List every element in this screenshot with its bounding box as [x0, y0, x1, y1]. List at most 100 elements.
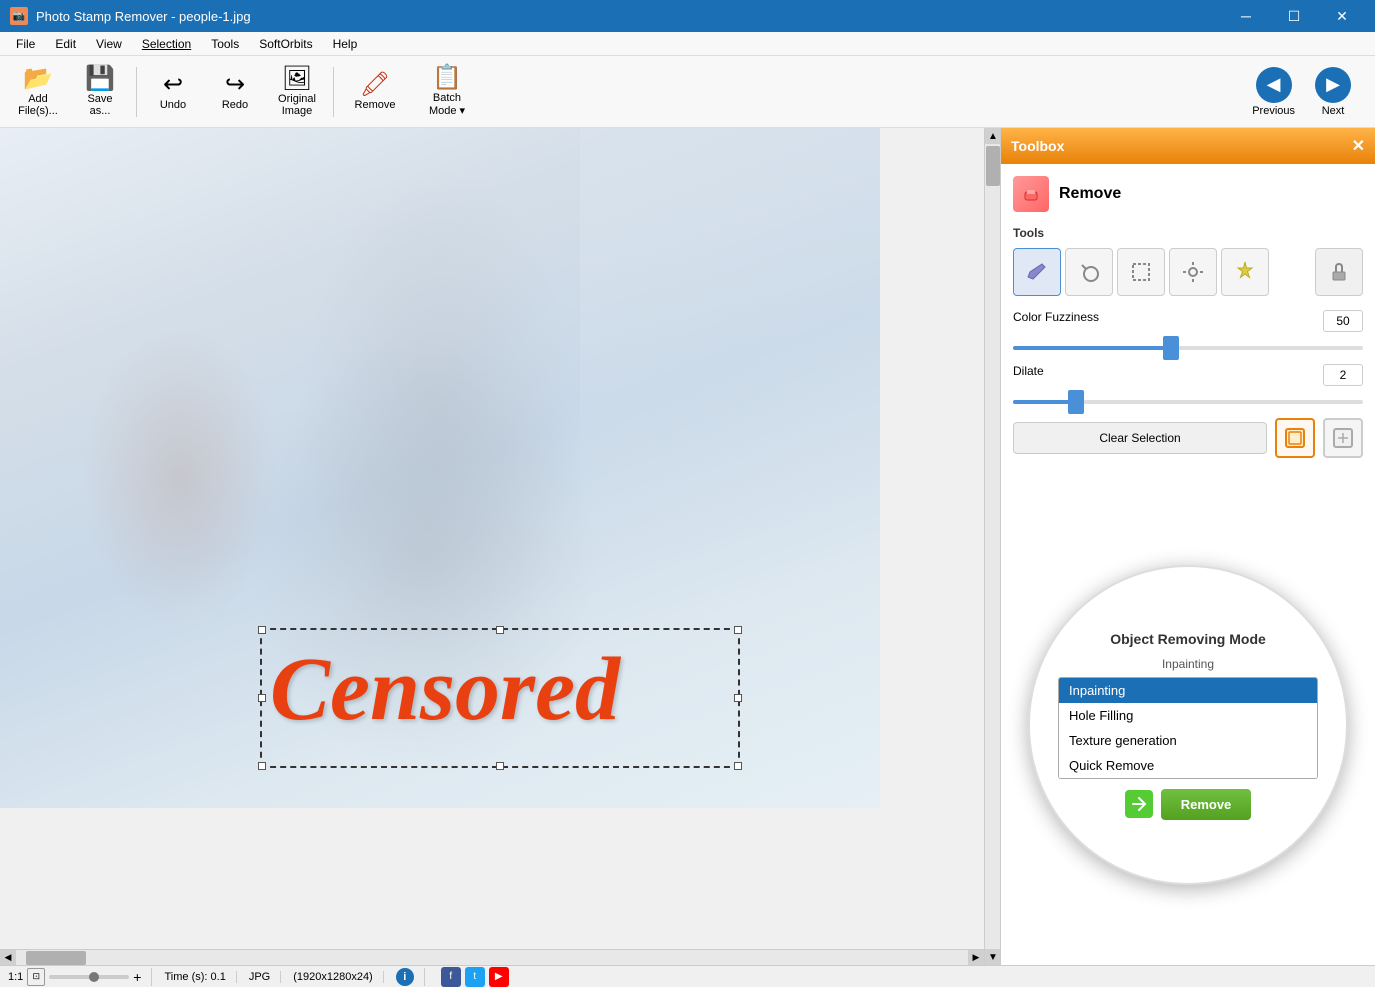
tools-section-label: Tools — [1013, 226, 1363, 240]
settings-tool-button[interactable] — [1169, 248, 1217, 296]
menu-edit[interactable]: Edit — [45, 33, 86, 55]
dropdown-item-inpainting[interactable]: Inpainting — [1059, 678, 1317, 703]
menu-bar: File Edit View Selection Tools SoftOrbit… — [0, 32, 1375, 56]
previous-icon: ◀ — [1256, 67, 1292, 103]
scroll-up-arrow[interactable]: ▲ — [985, 128, 1000, 144]
ghost-hand — [80, 328, 280, 628]
info-icon[interactable]: i — [396, 968, 414, 986]
zoom-thumb[interactable] — [89, 972, 99, 982]
pencil-tool-button[interactable] — [1013, 248, 1061, 296]
format-status: JPG — [249, 971, 281, 983]
dilate-label: Dilate — [1013, 364, 1044, 386]
dropdown-list: Inpainting Hole Filling Texture generati… — [1058, 677, 1318, 779]
youtube-icon[interactable]: ▶ — [489, 967, 509, 987]
magic-wand-button[interactable] — [1065, 248, 1113, 296]
handle-middle-left[interactable] — [258, 694, 266, 702]
color-fuzziness-row: Color Fuzziness 50 — [1013, 310, 1363, 350]
dilate-thumb[interactable] — [1068, 390, 1084, 414]
remove-bottom-button[interactable]: Remove — [1161, 789, 1252, 820]
handle-top-middle[interactable] — [496, 626, 504, 634]
toolbox-content: Remove Tools — [1001, 164, 1375, 965]
censored-overlay: Censored — [260, 628, 740, 768]
zoom-plus[interactable]: + — [133, 969, 141, 985]
twitter-icon[interactable]: t — [465, 967, 485, 987]
time-status: Time (s): 0.1 — [164, 971, 236, 983]
add-files-label: AddFile(s)... — [18, 93, 58, 117]
remove-arrow-button[interactable] — [1125, 790, 1153, 818]
v-scroll-track[interactable] — [985, 144, 1000, 949]
dropdown-item-hole-filling[interactable]: Hole Filling — [1059, 703, 1317, 728]
menu-tools[interactable]: Tools — [201, 33, 249, 55]
dimensions-status: (1920x1280x24) — [293, 971, 384, 983]
batch-mode-label: BatchMode ▾ — [429, 92, 465, 117]
close-button[interactable]: ✕ — [1319, 0, 1365, 32]
h-scroll-thumb[interactable] — [26, 951, 86, 965]
toolbox-close-button[interactable]: ✕ — [1352, 136, 1365, 156]
toolbox-header: Toolbox ✕ — [1001, 128, 1375, 164]
zoom-fit-button[interactable]: ⊡ — [27, 968, 45, 986]
status-bar: 1:1 ⊡ + Time (s): 0.1 JPG (1920x1280x24)… — [0, 965, 1375, 987]
dilate-value[interactable]: 2 — [1323, 364, 1363, 386]
vertical-scrollbar[interactable]: ▲ ▼ — [984, 128, 1000, 965]
window-controls: ─ ☐ ✕ — [1223, 0, 1365, 32]
buttons-row: Clear Selection — [1013, 418, 1363, 458]
add-files-button[interactable]: 📂 AddFile(s)... — [8, 60, 68, 124]
remove-button-toolbar[interactable]: 🖍 Remove — [340, 60, 410, 124]
original-image-button[interactable]: 🖼 OriginalImage — [267, 60, 327, 124]
menu-file[interactable]: File — [6, 33, 45, 55]
time-label: Time (s): 0.1 — [164, 971, 225, 983]
dropdown-current: Inpainting — [1162, 657, 1214, 671]
main-layout: Censored — [0, 128, 1375, 965]
tools-row — [1013, 248, 1363, 296]
save-as-label: Saveas... — [87, 93, 112, 117]
canvas-with-scroll: Censored — [0, 128, 1000, 965]
scroll-right-arrow[interactable]: ▶ — [968, 950, 984, 966]
nav-buttons: ◀ Previous ▶ Next — [1244, 63, 1367, 121]
maximize-button[interactable]: ☐ — [1271, 0, 1317, 32]
dilate-row: Dilate 2 — [1013, 364, 1363, 404]
zoom-control: 1:1 ⊡ + — [8, 968, 152, 986]
save-as-button[interactable]: 💾 Saveas... — [70, 60, 130, 124]
color-fuzziness-thumb[interactable] — [1163, 336, 1179, 360]
color-fuzziness-slider[interactable] — [1013, 346, 1363, 350]
menu-view[interactable]: View — [86, 33, 132, 55]
handle-top-left[interactable] — [258, 626, 266, 634]
batch-mode-button[interactable]: 📋 BatchMode ▾ — [412, 60, 482, 124]
previous-button[interactable]: ◀ Previous — [1244, 63, 1303, 121]
facebook-icon[interactable]: f — [441, 967, 461, 987]
h-scroll-track[interactable] — [16, 950, 968, 965]
remove-icon: 🖍 — [360, 73, 390, 97]
zoom-slider[interactable] — [49, 975, 129, 979]
toolbar-separator-2 — [333, 67, 334, 117]
dropdown-item-texture-generation[interactable]: Texture generation — [1059, 728, 1317, 753]
horizontal-scrollbar[interactable]: ◀ ▶ — [0, 949, 984, 965]
mode-button-1[interactable] — [1275, 418, 1315, 458]
dropdown-item-quick-remove[interactable]: Quick Remove — [1059, 753, 1317, 778]
scroll-left-arrow[interactable]: ◀ — [0, 950, 16, 966]
canvas-area[interactable]: Censored — [0, 128, 984, 949]
menu-softorbits[interactable]: SoftOrbits — [249, 33, 322, 55]
next-button[interactable]: ▶ Next — [1307, 63, 1359, 121]
stamp-tool-button[interactable] — [1315, 248, 1363, 296]
canvas-wrapper: Censored — [0, 128, 984, 965]
eraser-icon — [1013, 176, 1049, 212]
color-fuzziness-value[interactable]: 50 — [1323, 310, 1363, 332]
menu-help[interactable]: Help — [323, 33, 368, 55]
redo-button[interactable]: ↪ Redo — [205, 60, 265, 124]
save-as-icon: 💾 — [85, 67, 115, 91]
clear-selection-button[interactable]: Clear Selection — [1013, 422, 1267, 454]
info-button[interactable]: i — [396, 968, 425, 986]
undo-button[interactable]: ↩ Undo — [143, 60, 203, 124]
menu-selection[interactable]: Selection — [132, 33, 201, 55]
dilate-slider[interactable] — [1013, 400, 1363, 404]
magic-tool-button[interactable] — [1221, 248, 1269, 296]
mode-button-2[interactable] — [1323, 418, 1363, 458]
scroll-down-arrow[interactable]: ▼ — [985, 949, 1000, 965]
v-scroll-thumb[interactable] — [986, 146, 1000, 186]
minimize-button[interactable]: ─ — [1223, 0, 1269, 32]
dropdown-title: Object Removing Mode — [1110, 631, 1266, 647]
color-fuzziness-label-row: Color Fuzziness 50 — [1013, 310, 1363, 332]
rect-select-button[interactable] — [1117, 248, 1165, 296]
remove-label: Remove — [355, 99, 396, 111]
dilate-fill — [1013, 400, 1076, 404]
